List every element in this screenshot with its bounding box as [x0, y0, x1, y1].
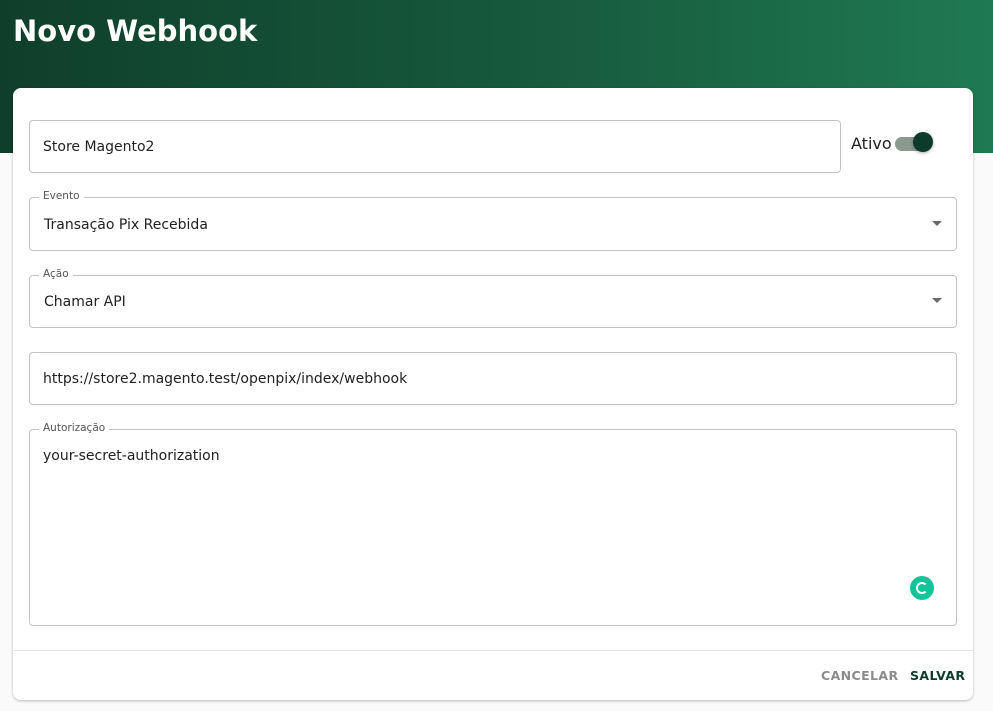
save-button[interactable]: SALVAR — [910, 668, 965, 683]
grammar-assistant-icon[interactable] — [910, 576, 934, 600]
action-select-value: Chamar API — [44, 294, 126, 310]
authorization-textarea[interactable]: Autorização your-secret-authorization — [29, 422, 957, 626]
active-toggle-label: Ativo — [851, 134, 892, 153]
event-select-value: Transação Pix Recebida — [44, 217, 208, 233]
url-field-value: https://store2.magento.test/openpix/inde… — [43, 371, 408, 387]
event-select[interactable]: Evento Transação Pix Recebida — [29, 190, 957, 251]
url-field[interactable]: https://store2.magento.test/openpix/inde… — [29, 352, 957, 405]
active-toggle-thumb[interactable] — [913, 132, 933, 152]
authorization-value: your-secret-authorization — [43, 448, 220, 464]
name-field-value: Store Magento2 — [43, 139, 155, 155]
page-title: Novo Webhook — [13, 14, 258, 48]
action-select-label: Ação — [39, 268, 73, 280]
webhook-form-card: Store Magento2 Ativo Evento Transação Pi… — [13, 88, 973, 700]
name-field[interactable]: Store Magento2 — [29, 120, 841, 173]
event-select-label: Evento — [39, 190, 84, 202]
footer-divider — [13, 650, 973, 651]
authorization-label: Autorização — [39, 422, 110, 434]
action-select[interactable]: Ação Chamar API — [29, 268, 957, 328]
chevron-down-icon[interactable] — [932, 298, 942, 303]
chevron-down-icon[interactable] — [932, 221, 942, 226]
cancel-button[interactable]: CANCELAR — [821, 668, 899, 683]
